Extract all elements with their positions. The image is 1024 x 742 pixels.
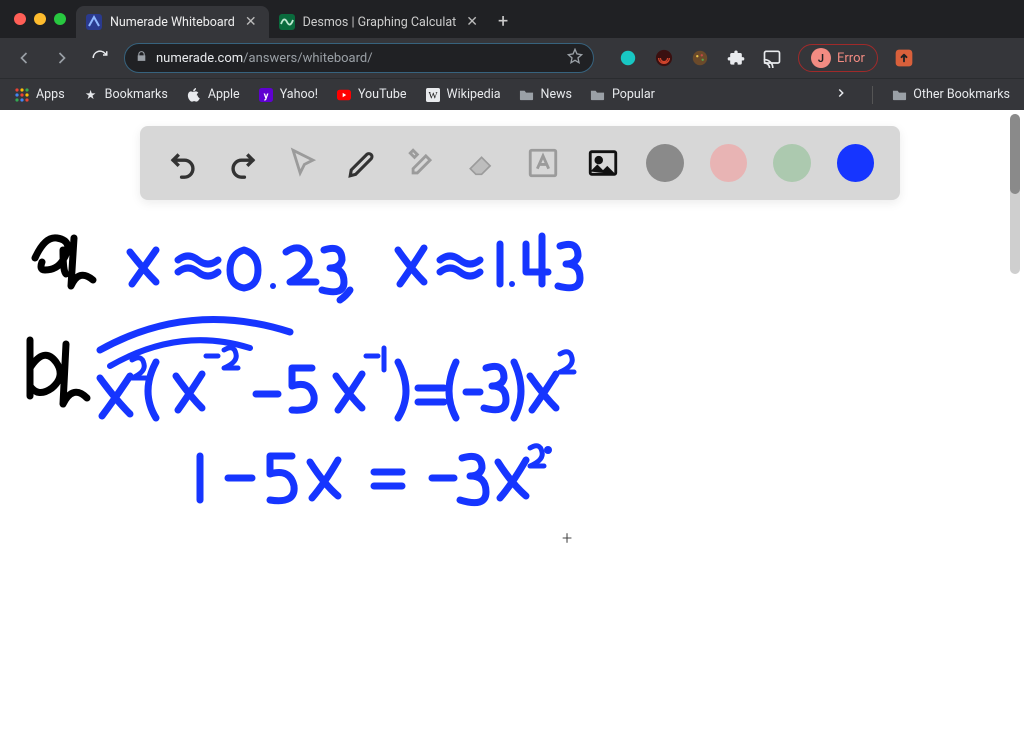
tab-numerade[interactable]: Numerade Whiteboard ✕: [76, 6, 269, 38]
update-icon[interactable]: [894, 48, 914, 68]
separator: [872, 86, 873, 104]
new-tab-button[interactable]: +: [490, 11, 516, 32]
bm-label: Apple: [208, 87, 240, 102]
bookmark-popular[interactable]: Popular: [590, 87, 655, 103]
numerade-favicon-icon: [86, 14, 102, 30]
wikipedia-icon: W: [425, 87, 441, 103]
url-path: /answers/whiteboard/: [243, 51, 372, 66]
bm-label: Popular: [612, 87, 655, 102]
address-bar[interactable]: numerade.com/answers/whiteboard/: [124, 43, 594, 73]
bm-label: Bookmarks: [105, 87, 168, 102]
extension-palette-icon[interactable]: [690, 48, 710, 68]
yahoo-icon: y: [258, 87, 274, 103]
bookmark-star-icon[interactable]: [567, 48, 583, 68]
bm-label: YouTube: [358, 87, 407, 102]
apple-icon: [186, 87, 202, 103]
lock-icon: [135, 50, 148, 67]
bookmark-yahoo[interactable]: y Yahoo!: [258, 87, 318, 103]
window-close-traffic-light[interactable]: [14, 13, 26, 25]
folder-icon: [519, 87, 535, 103]
back-button[interactable]: [10, 44, 38, 72]
apps-grid-icon: [14, 87, 30, 103]
bm-label: Wikipedia: [447, 87, 501, 102]
window-zoom-traffic-light[interactable]: [54, 13, 66, 25]
apps-shortcut[interactable]: Apps: [14, 87, 65, 103]
bookmarks-overflow-icon[interactable]: [828, 86, 854, 104]
bookmark-bookmarks[interactable]: ★ Bookmarks: [83, 87, 168, 103]
bm-label: News: [541, 87, 572, 102]
extensions-puzzle-icon[interactable]: [726, 48, 746, 68]
tab-title: Desmos | Graphing Calculat: [303, 15, 457, 30]
folder-icon: [891, 87, 907, 103]
bm-label: Other Bookmarks: [913, 87, 1010, 102]
whiteboard-canvas[interactable]: [0, 110, 1024, 742]
folder-icon: [590, 87, 606, 103]
tab-close-icon[interactable]: ✕: [464, 14, 480, 30]
bm-label: Yahoo!: [280, 87, 318, 102]
cast-icon[interactable]: [762, 48, 782, 68]
forward-button[interactable]: [48, 44, 76, 72]
desmos-favicon-icon: [279, 14, 295, 30]
bookmark-youtube[interactable]: YouTube: [336, 87, 407, 103]
reload-button[interactable]: [86, 44, 114, 72]
tab-desmos[interactable]: Desmos | Graphing Calculat ✕: [269, 6, 490, 38]
extension-spiral-icon[interactable]: [654, 48, 674, 68]
crosshair-cursor-icon: +: [562, 528, 572, 549]
tab-close-icon[interactable]: ✕: [243, 14, 259, 30]
profile-avatar: J: [811, 48, 831, 68]
bookmark-apple[interactable]: Apple: [186, 87, 240, 103]
profile-error-text: Error: [837, 51, 865, 66]
tab-title: Numerade Whiteboard: [110, 15, 235, 30]
url-text: numerade.com/answers/whiteboard/: [156, 51, 559, 66]
profile-error-pill[interactable]: J Error: [798, 44, 878, 72]
star-icon: ★: [83, 87, 99, 103]
url-host: numerade.com: [156, 51, 243, 66]
youtube-icon: [336, 87, 352, 103]
window-minimize-traffic-light[interactable]: [34, 13, 46, 25]
other-bookmarks[interactable]: Other Bookmarks: [891, 87, 1010, 103]
bookmark-news[interactable]: News: [519, 87, 572, 103]
svg-text:y: y: [263, 90, 268, 101]
extension-teal-icon[interactable]: [618, 48, 638, 68]
bm-label: Apps: [36, 87, 65, 102]
bookmark-wikipedia[interactable]: W Wikipedia: [425, 87, 501, 103]
svg-text:W: W: [428, 90, 438, 101]
